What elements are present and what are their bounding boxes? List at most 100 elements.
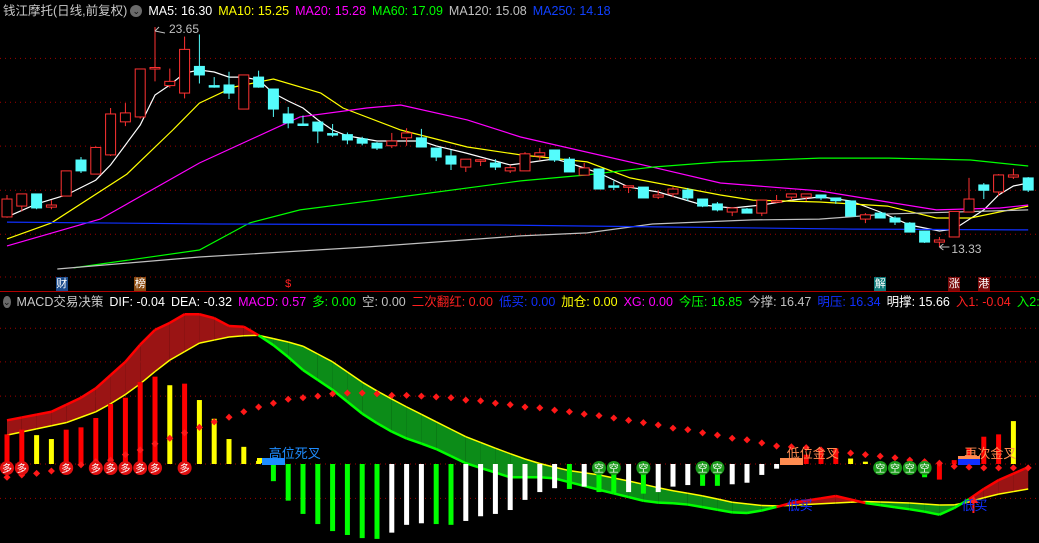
macd-bar — [152, 376, 158, 464]
macd-bar — [848, 458, 854, 464]
ma-line-ma5 — [6, 69, 1029, 232]
event-marker[interactable]: 解 — [874, 277, 887, 291]
macd-bar — [196, 400, 202, 464]
duo-badge-label: 多 — [120, 462, 130, 475]
candle-up — [1, 198, 13, 218]
event-marker[interactable]: $ — [282, 277, 295, 291]
dea-line — [924, 503, 940, 506]
signal-dot — [521, 403, 529, 411]
candle-down — [904, 222, 916, 233]
candle-up — [652, 194, 664, 198]
candle-down — [267, 88, 279, 110]
candle-down — [830, 197, 842, 202]
ma-line-ma250 — [6, 221, 1029, 231]
signal-dot — [403, 391, 411, 399]
kong-badge-label: 空 — [712, 462, 722, 475]
macd-bar — [774, 464, 780, 469]
signal-dot — [284, 395, 292, 403]
signal-dot — [240, 408, 248, 416]
candle-up — [785, 193, 797, 198]
candle-down — [208, 85, 220, 88]
macd-bar — [108, 403, 114, 464]
macd-bar — [522, 464, 528, 500]
candle-down — [297, 123, 309, 126]
candle-down — [430, 147, 442, 158]
macd-bar — [492, 464, 498, 514]
candle-up — [179, 48, 191, 94]
candle-down — [415, 137, 427, 148]
candle-up — [164, 80, 176, 87]
candle-up — [401, 132, 413, 139]
signal-dot — [299, 394, 307, 402]
candle-down — [697, 198, 709, 207]
candle-up — [149, 66, 161, 70]
signal-dot — [847, 449, 855, 457]
event-marker[interactable]: 港 — [977, 277, 990, 291]
candle-down — [371, 142, 383, 149]
signal-label: 低位金叉 — [786, 446, 839, 461]
candle-up — [134, 68, 146, 118]
candle-down — [741, 208, 753, 214]
macd-bar — [48, 439, 54, 464]
macd-bar — [862, 461, 868, 464]
duo-badge-label: 多 — [180, 462, 190, 475]
ma-line-ma120 — [57, 209, 1029, 270]
dea-line — [894, 501, 910, 504]
macd-bar — [359, 464, 365, 539]
candle-down — [711, 203, 723, 211]
signal-dot — [580, 410, 588, 418]
macd-bar — [374, 464, 380, 539]
signal-dot — [462, 396, 470, 404]
candle-down — [223, 84, 235, 94]
macd-bar — [478, 464, 484, 517]
signal-dot — [699, 429, 707, 437]
candle-up — [800, 193, 812, 198]
candle-up — [726, 207, 738, 213]
signal-dot — [595, 412, 603, 420]
candle-up — [475, 159, 487, 162]
signal-dot — [1009, 464, 1017, 472]
candle-down — [563, 158, 575, 173]
kong-badge-label: 空 — [638, 462, 648, 475]
candle-up — [119, 112, 131, 123]
candle-down — [327, 133, 339, 136]
candle-down — [356, 138, 368, 144]
macd-bar — [566, 464, 572, 489]
candle-up — [60, 170, 72, 197]
event-marker[interactable]: 榜 — [134, 277, 147, 291]
high-price-label: 23.65 — [169, 22, 199, 36]
event-marker[interactable]: 涨 — [948, 277, 961, 291]
macd-bar — [330, 464, 336, 532]
dif-line — [658, 501, 674, 505]
macd-bar — [433, 464, 439, 525]
signal-dot — [684, 426, 692, 434]
duo-badge-label: 多 — [91, 462, 101, 475]
kong-badge-label: 空 — [609, 462, 619, 475]
signal-dot — [861, 451, 869, 459]
signal-dot — [728, 434, 736, 442]
candle-down — [889, 217, 901, 223]
macd-bar — [729, 464, 735, 485]
macd-bar — [182, 383, 188, 464]
kong-badge-label: 空 — [920, 462, 930, 475]
signal-dot — [758, 439, 766, 447]
macd-bar — [93, 417, 99, 464]
signal-dot — [610, 414, 618, 422]
macd-bar — [167, 385, 173, 464]
candle-down — [1022, 177, 1034, 191]
duo-badge-label: 多 — [106, 462, 116, 475]
signal-dot — [995, 464, 1003, 472]
candle-down — [31, 193, 43, 209]
low-price-label: 13.33 — [951, 242, 981, 256]
signal-dot — [891, 454, 899, 462]
candle-down — [282, 113, 294, 124]
signal-dot — [225, 413, 233, 421]
chart-canvas[interactable]: 23.6513.33多多多多多多多多多空空空空空空空空空 — [0, 0, 1039, 543]
candle-down — [253, 76, 265, 88]
candle-down — [312, 121, 324, 132]
candle-up — [504, 167, 516, 172]
macd-bar — [226, 439, 232, 464]
signal-dot — [447, 394, 455, 402]
macd-bar — [685, 464, 691, 486]
event-marker[interactable]: 财 — [55, 277, 68, 291]
